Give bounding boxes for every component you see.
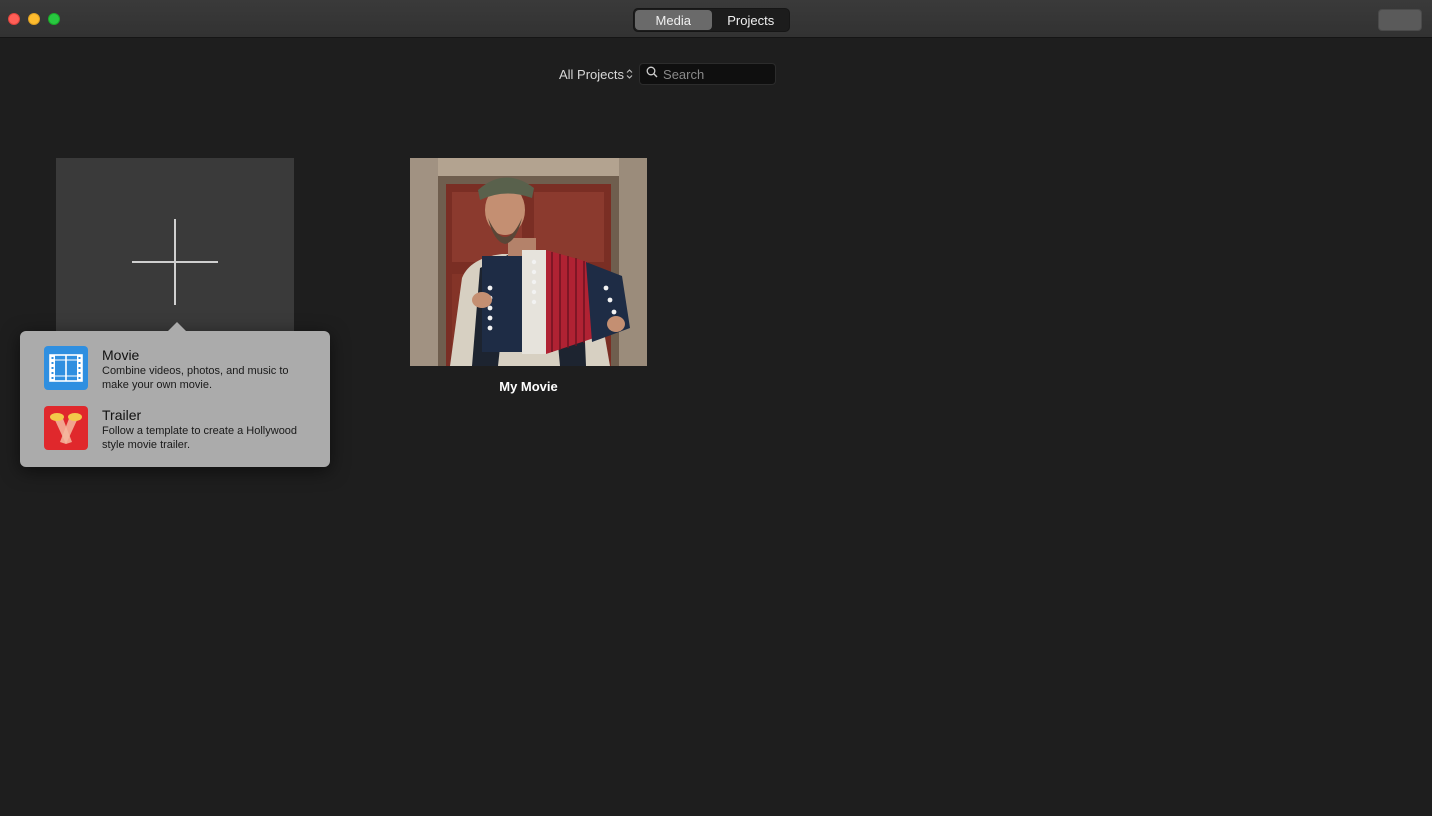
- toolbar-button[interactable]: [1378, 9, 1422, 31]
- filter-bar: All Projects: [559, 63, 777, 85]
- new-trailer-option[interactable]: Trailer Follow a template to create a Ho…: [44, 406, 318, 452]
- project-thumbnail[interactable]: [410, 158, 647, 366]
- search-input[interactable]: [663, 66, 774, 82]
- plus-icon-vertical: [174, 219, 176, 305]
- project-title: My Movie: [499, 379, 558, 394]
- project-filter-popup[interactable]: All Projects: [559, 67, 633, 82]
- new-movie-description: Combine videos, photos, and music to mak…: [102, 365, 289, 391]
- search-field[interactable]: [639, 63, 777, 85]
- project-filter-label: All Projects: [559, 66, 625, 82]
- new-trailer-description: Follow a template to create a Hollywood …: [102, 425, 298, 451]
- project-card[interactable]: My Movie: [410, 158, 647, 394]
- title-bar: Media Projects: [0, 0, 1432, 38]
- new-project-popover: Movie Combine videos, photos, and music …: [20, 322, 330, 467]
- close-window-button[interactable]: [8, 13, 20, 25]
- trailer-spotlights-icon: [44, 406, 88, 450]
- view-switcher: Media Projects: [633, 8, 790, 32]
- new-trailer-text: Trailer Follow a template to create a Ho…: [102, 406, 318, 452]
- up-down-chevron-icon: [626, 68, 633, 80]
- new-trailer-title: Trailer: [102, 407, 142, 423]
- zoom-window-button[interactable]: [48, 13, 60, 25]
- new-movie-option[interactable]: Movie Combine videos, photos, and music …: [44, 346, 318, 392]
- new-movie-text: Movie Combine videos, photos, and music …: [102, 346, 318, 392]
- tab-projects[interactable]: Projects: [713, 9, 790, 31]
- minimize-window-button[interactable]: [28, 13, 40, 25]
- popover-arrow: [167, 322, 187, 332]
- tab-media[interactable]: Media: [635, 10, 712, 30]
- search-icon: [646, 65, 658, 83]
- new-movie-title: Movie: [102, 347, 140, 363]
- film-strip-icon: [44, 346, 88, 390]
